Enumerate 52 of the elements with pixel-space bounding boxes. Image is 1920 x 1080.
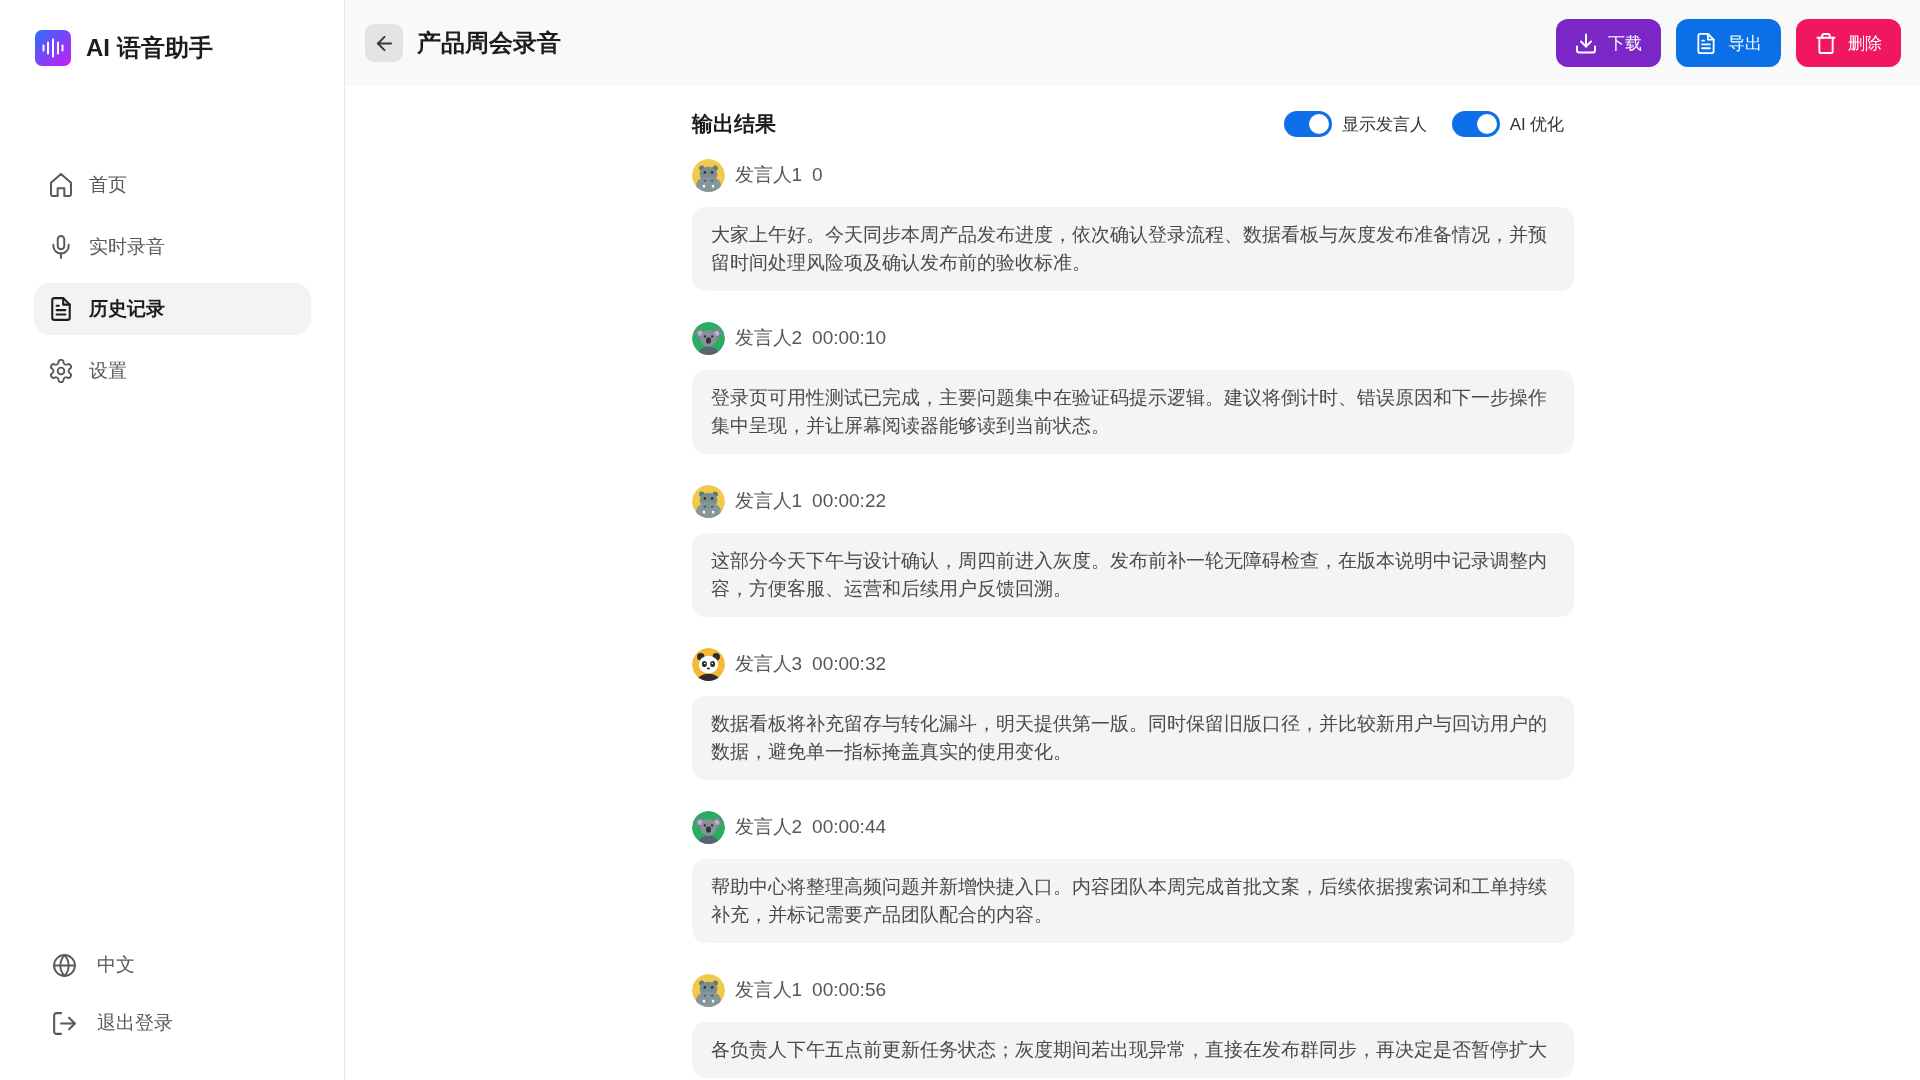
- timestamp: 0: [812, 164, 823, 186]
- back-button[interactable]: [365, 24, 403, 62]
- toggle-label: AI 优化: [1509, 113, 1565, 136]
- globe-icon: [53, 953, 76, 977]
- message-bubble: 登录页可用性测试已完成，主要问题集中在验证码提示逻辑。建议将倒计时、错误原因和下一步操作集中呈现，并让屏幕阅读器能够读到当前状态。: [691, 370, 1574, 454]
- delete-button[interactable]: 删除: [1796, 19, 1901, 67]
- hippo-avatar-icon: [691, 484, 725, 518]
- speaker-name: 发言人1: [734, 163, 803, 187]
- koala-avatar-icon: [691, 321, 725, 355]
- message-bubble: 帮助中心将整理高频问题并新增快捷入口。内容团队本周完成首批文案，后续依据搜索词和工单持续补充，并标记需要产品团队配合的内容。: [691, 859, 1574, 943]
- download-button[interactable]: 下载: [1556, 19, 1661, 67]
- timestamp: 00:00:56: [812, 979, 887, 1001]
- message-bubble: 各负责人下午五点前更新任务状态；灰度期间若出现异常，直接在发布群同步，再决定是否暂停扩大: [691, 1022, 1574, 1078]
- home-icon: [50, 173, 72, 197]
- timestamp: 00:00:44: [812, 816, 887, 838]
- hippo-avatar-icon: [691, 158, 725, 192]
- sidebar-nav-item[interactable]: 实时录音: [34, 221, 311, 273]
- left-arrow-icon: [376, 35, 392, 51]
- sound-wave-logo-icon: [35, 30, 71, 66]
- timestamp: 00:00:10: [812, 327, 887, 349]
- app-title: AI 语音助手: [86, 33, 213, 63]
- document-icon: [1695, 32, 1716, 54]
- page-title: 产品周会录音: [417, 28, 561, 58]
- message-bubble: 数据看板将补充留存与转化漏斗，明天提供第一版。同时保留旧版口径，并比较新用户与回访用户的数据，避免单一指标掩盖真实的使用变化。: [691, 696, 1574, 780]
- toggle-switch[interactable]: [1451, 111, 1500, 137]
- section-title: 输出结果: [691, 111, 776, 137]
- toggle-switch[interactable]: [1283, 111, 1332, 137]
- microphone-icon: [50, 235, 72, 259]
- settings-icon: [50, 359, 72, 383]
- download-icon: [1575, 32, 1596, 54]
- speaker-name: 发言人2: [734, 815, 803, 839]
- logout-icon: [53, 1011, 76, 1035]
- timestamp: 00:00:22: [812, 490, 887, 512]
- sidebar-nav-item[interactable]: 设置: [34, 345, 311, 397]
- sidebar-footer-item[interactable]: 中文: [53, 945, 135, 985]
- export-button[interactable]: 导出: [1676, 19, 1781, 67]
- timestamp: 00:00:32: [812, 653, 887, 675]
- speaker-name: 发言人1: [734, 978, 803, 1002]
- document-icon: [50, 297, 72, 321]
- sidebar-nav-item[interactable]: 历史记录: [34, 283, 311, 335]
- panda-avatar-icon: [691, 647, 725, 681]
- sidebar-footer-item[interactable]: 退出登录: [53, 1003, 173, 1043]
- trash-icon: [1815, 32, 1836, 54]
- hippo-avatar-icon: [691, 973, 725, 1007]
- speaker-name: 发言人3: [734, 652, 803, 676]
- speaker-name: 发言人2: [734, 326, 803, 350]
- koala-avatar-icon: [691, 810, 725, 844]
- message-bubble: 大家上午好。今天同步本周产品发布进度，依次确认登录流程、数据看板与灰度发布准备情况，并预留时间处理风险项及确认发布前的验收标准。: [691, 207, 1574, 291]
- toggle-label: 显示发言人: [1341, 113, 1427, 136]
- speaker-name: 发言人1: [734, 489, 803, 513]
- sidebar-nav-item[interactable]: 首页: [34, 159, 311, 211]
- message-bubble: 这部分今天下午与设计确认，周四前进入灰度。发布前补一轮无障碍检查，在版本说明中记录调整内容，方便客服、运营和后续用户反馈回溯。: [691, 533, 1574, 617]
